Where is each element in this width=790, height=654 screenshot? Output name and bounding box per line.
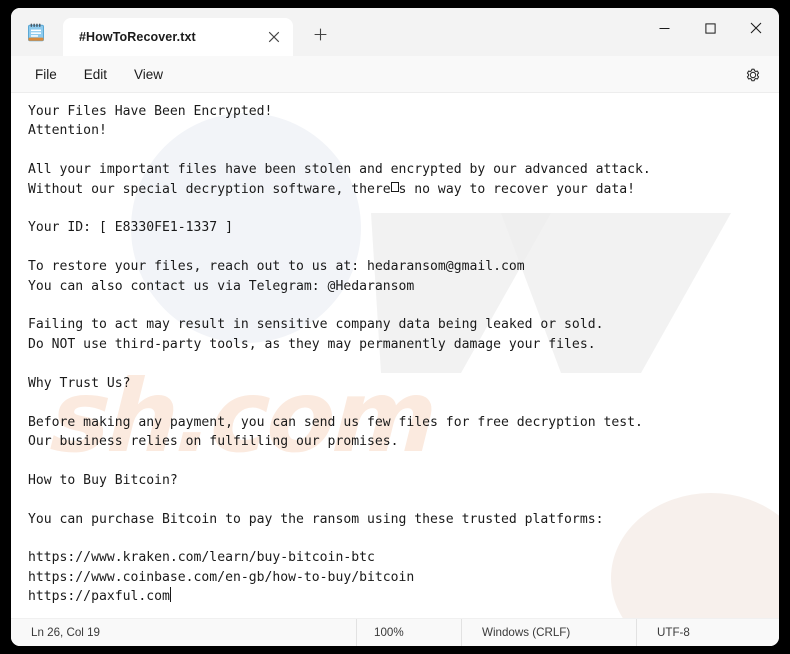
plus-icon <box>314 28 327 46</box>
maximize-button[interactable] <box>687 8 733 48</box>
menu-item-view[interactable]: View <box>122 63 175 86</box>
menu-bar: File Edit View <box>11 56 779 93</box>
text-caret <box>169 587 171 603</box>
missing-glyph-icon <box>390 181 399 192</box>
new-tab-button[interactable] <box>303 20 337 54</box>
status-cursor-position: Ln 26, Col 19 <box>31 626 100 639</box>
status-encoding[interactable]: UTF-8 <box>636 618 776 646</box>
tab-title: #HowToRecover.txt <box>79 30 196 44</box>
tab-strip: #HowToRecover.txt <box>63 16 337 56</box>
editor-text[interactable]: Your Files Have Been Encrypted! Attentio… <box>28 102 779 607</box>
tab-howtorecover[interactable]: #HowToRecover.txt <box>63 18 293 56</box>
desktop-background: #HowToRecover.txt File Edit View sh.com … <box>0 0 790 654</box>
gear-icon[interactable] <box>739 61 767 89</box>
notepad-window: #HowToRecover.txt File Edit View sh.com … <box>11 8 779 646</box>
notepad-icon <box>25 22 47 44</box>
title-bar[interactable]: #HowToRecover.txt <box>11 8 779 56</box>
menu-item-file[interactable]: File <box>23 63 69 86</box>
minimize-button[interactable] <box>641 8 687 48</box>
menu-item-edit[interactable]: Edit <box>72 63 119 86</box>
editor-text-part2: s no way to recover your data! Your ID: … <box>28 181 643 605</box>
status-bar: Ln 26, Col 19 100% Windows (CRLF) UTF-8 <box>11 618 779 646</box>
window-controls <box>641 8 779 48</box>
tab-close-icon[interactable] <box>261 24 287 50</box>
close-window-button[interactable] <box>733 8 779 48</box>
text-editor[interactable]: sh.com Your Files Have Been Encrypted! A… <box>11 93 779 618</box>
status-zoom-level[interactable]: 100% <box>356 618 461 646</box>
status-line-ending[interactable]: Windows (CRLF) <box>461 618 636 646</box>
